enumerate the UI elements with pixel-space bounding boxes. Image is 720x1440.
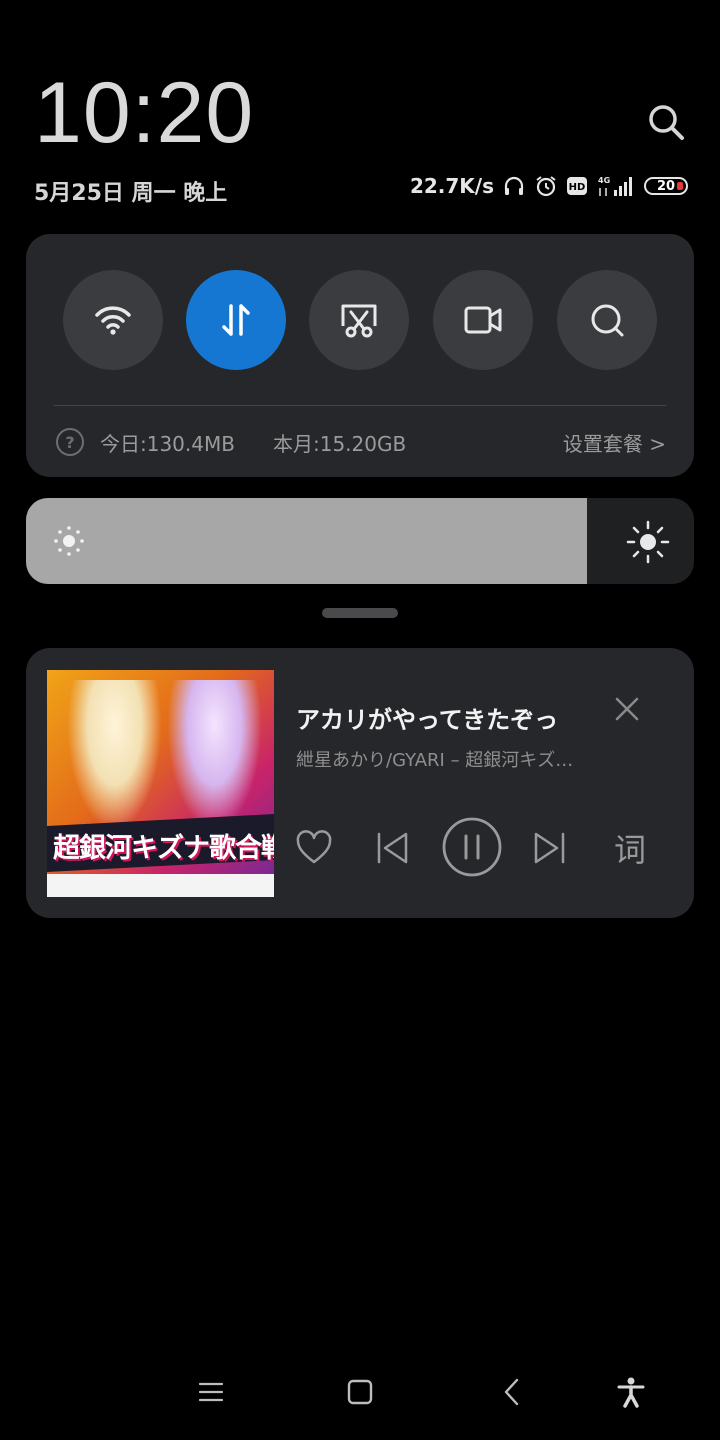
data-usage-row: ? 今日:130.4MB 本月:15.20GB 设置套餐 > [56, 424, 666, 460]
close-icon [615, 697, 639, 721]
like-button[interactable] [284, 818, 344, 878]
signal-icon: 4G [596, 174, 636, 198]
lyrics-button[interactable]: 词 [600, 818, 660, 878]
brightness-high-icon [626, 520, 670, 564]
album-art-title: 超銀河キズナ歌合戦 [53, 833, 274, 864]
song-title: アカリがやってきたぞっ [296, 706, 559, 734]
search-icon[interactable] [644, 100, 688, 144]
pause-icon [442, 817, 502, 877]
date-text: 5月25日 周一 晚上 [34, 181, 228, 206]
album-art[interactable]: 超銀河キズナ歌合戦 [47, 670, 274, 897]
wifi-icon [95, 306, 131, 335]
back-button[interactable] [484, 1364, 540, 1420]
status-bar: 22.7K/s HD 4G 20 [410, 174, 688, 198]
help-icon[interactable]: ? [56, 428, 84, 456]
heart-icon [296, 830, 332, 864]
drag-handle[interactable] [322, 608, 398, 618]
accessibility-button[interactable] [603, 1364, 659, 1420]
scissors-screenshot-icon [341, 304, 377, 338]
usage-month: 本月:15.20GB [272, 431, 407, 456]
brightness-fill [26, 498, 588, 584]
previous-button[interactable] [362, 818, 422, 878]
data-arrows-icon [222, 304, 250, 336]
quick-settings-panel: ? 今日:130.4MB 本月:15.20GB 设置套餐 > [26, 234, 694, 477]
screen-record-toggle[interactable] [433, 270, 533, 370]
close-button[interactable] [612, 694, 642, 724]
accessibility-icon [617, 1377, 645, 1408]
battery-level: 20 [656, 178, 676, 194]
wifi-toggle[interactable] [63, 270, 163, 370]
home-square-icon [347, 1379, 373, 1405]
svg-text:HD: HD [569, 182, 586, 193]
brightness-low-icon [54, 526, 84, 556]
media-player-card: 超銀河キズナ歌合戦 アカリがやってきたぞっ 紲星あかり/GYARI – 超銀河キ… [26, 648, 694, 918]
skip-previous-icon [377, 832, 408, 864]
hd-icon: HD [566, 176, 588, 196]
screenshot-toggle[interactable] [309, 270, 409, 370]
back-chevron-icon [504, 1378, 519, 1406]
home-button[interactable] [332, 1364, 388, 1420]
network-type: 4G [598, 176, 610, 185]
battery-icon: 20 [644, 177, 688, 195]
mobile-data-toggle[interactable] [186, 270, 286, 370]
menu-button[interactable] [183, 1364, 239, 1420]
menu-icon [198, 1382, 224, 1402]
song-artist: 紲星あかり/GYARI – 超銀河キズナ歌合戦 [296, 750, 586, 771]
video-camera-icon [464, 306, 502, 334]
clock: 10:20 [34, 65, 255, 161]
headset-icon [502, 174, 526, 198]
search-toggle[interactable] [557, 270, 657, 370]
set-plan-link[interactable]: 设置套餐 > [563, 428, 666, 457]
alarm-icon [534, 174, 558, 198]
next-button[interactable] [520, 818, 580, 878]
pause-button[interactable] [437, 812, 507, 882]
brightness-slider[interactable] [26, 498, 694, 584]
skip-next-icon [534, 832, 565, 864]
divider [54, 405, 666, 406]
net-speed: 22.7K/s [409, 174, 494, 198]
usage-today: 今日:130.4MB [100, 431, 235, 456]
search-icon [591, 304, 624, 337]
